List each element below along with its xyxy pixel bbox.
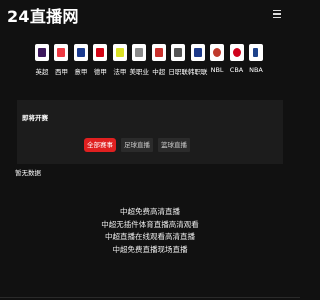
league-item-cba[interactable]: CBA — [228, 44, 246, 80]
empty-state-text: 暂无数据 — [15, 169, 41, 177]
cba-logo-icon — [229, 44, 244, 61]
mls-logo-icon — [132, 44, 147, 61]
footer-links: 中超免费高清直播 中超无插件体育直播高清观看 中超直播在线观看高清直播 中超免费… — [0, 206, 300, 256]
footer-link[interactable]: 中超免费直播现场直播 — [113, 244, 188, 257]
league-item-k-league[interactable]: 韩职联 — [187, 44, 208, 80]
footer-link[interactable]: 中超免费高清直播 — [120, 206, 180, 219]
match-filter-tabs: 全部赛事 足球直播 篮球直播 — [84, 138, 190, 152]
league-label: 英超 — [35, 68, 49, 76]
nbl-logo-icon — [210, 44, 225, 61]
league-item-j-league[interactable]: 日职联 — [168, 44, 188, 80]
serie-a-logo-icon — [73, 44, 88, 61]
csl-logo-icon — [151, 44, 166, 61]
league-label: NBL — [210, 66, 224, 74]
league-label: 意甲 — [74, 68, 88, 76]
tab-basketball-live[interactable]: 篮球直播 — [158, 138, 190, 152]
league-item-csl[interactable]: 中超 — [150, 44, 168, 80]
league-item-nbl[interactable]: NBL — [208, 44, 226, 80]
league-label: 日职联 — [168, 68, 188, 76]
nba-logo-icon — [248, 44, 263, 61]
league-item-ligue-1[interactable]: 法甲 — [111, 44, 129, 80]
league-label: CBA — [229, 66, 244, 74]
league-nav: 英超 西甲 意甲 德甲 法甲 美职业 中超 日职联 韩职联 NBL CBA NB… — [33, 44, 265, 80]
tab-football-live[interactable]: 足球直播 — [121, 138, 153, 152]
site-header: 24直播网 — [0, 0, 300, 32]
league-label: 美职业 — [129, 68, 150, 76]
league-item-premier-league[interactable]: 英超 — [33, 44, 51, 80]
league-label: 德甲 — [93, 68, 107, 76]
league-item-serie-a[interactable]: 意甲 — [72, 44, 90, 80]
laliga-logo-icon — [54, 44, 69, 61]
panel-title: 即将开赛 — [22, 114, 48, 122]
league-item-laliga[interactable]: 西甲 — [52, 44, 70, 80]
league-label: 中超 — [152, 68, 166, 76]
site-logo[interactable]: 24直播网 — [7, 3, 79, 27]
league-label: 法甲 — [113, 68, 127, 76]
k-league-logo-icon — [190, 44, 205, 61]
footer-link[interactable]: 中超直播在线观看高清直播 — [105, 231, 195, 244]
premier-league-logo-icon — [35, 44, 49, 61]
league-label: NBA — [249, 66, 263, 74]
league-label: 韩职联 — [187, 68, 208, 76]
footer-divider — [0, 297, 300, 298]
upcoming-matches-panel: 即将开赛 — [17, 100, 283, 164]
league-item-bundesliga[interactable]: 德甲 — [91, 44, 109, 80]
league-item-nba[interactable]: NBA — [247, 44, 265, 80]
ligue-1-logo-icon — [112, 44, 127, 61]
league-item-mls[interactable]: 美职业 — [129, 44, 150, 80]
hamburger-menu-icon[interactable] — [270, 7, 284, 21]
j-league-logo-icon — [171, 44, 186, 61]
bundesliga-logo-icon — [93, 44, 108, 61]
tab-all-matches[interactable]: 全部赛事 — [84, 138, 116, 152]
footer-link[interactable]: 中超无插件体育直播高清观看 — [101, 219, 199, 232]
league-label: 西甲 — [54, 68, 68, 76]
